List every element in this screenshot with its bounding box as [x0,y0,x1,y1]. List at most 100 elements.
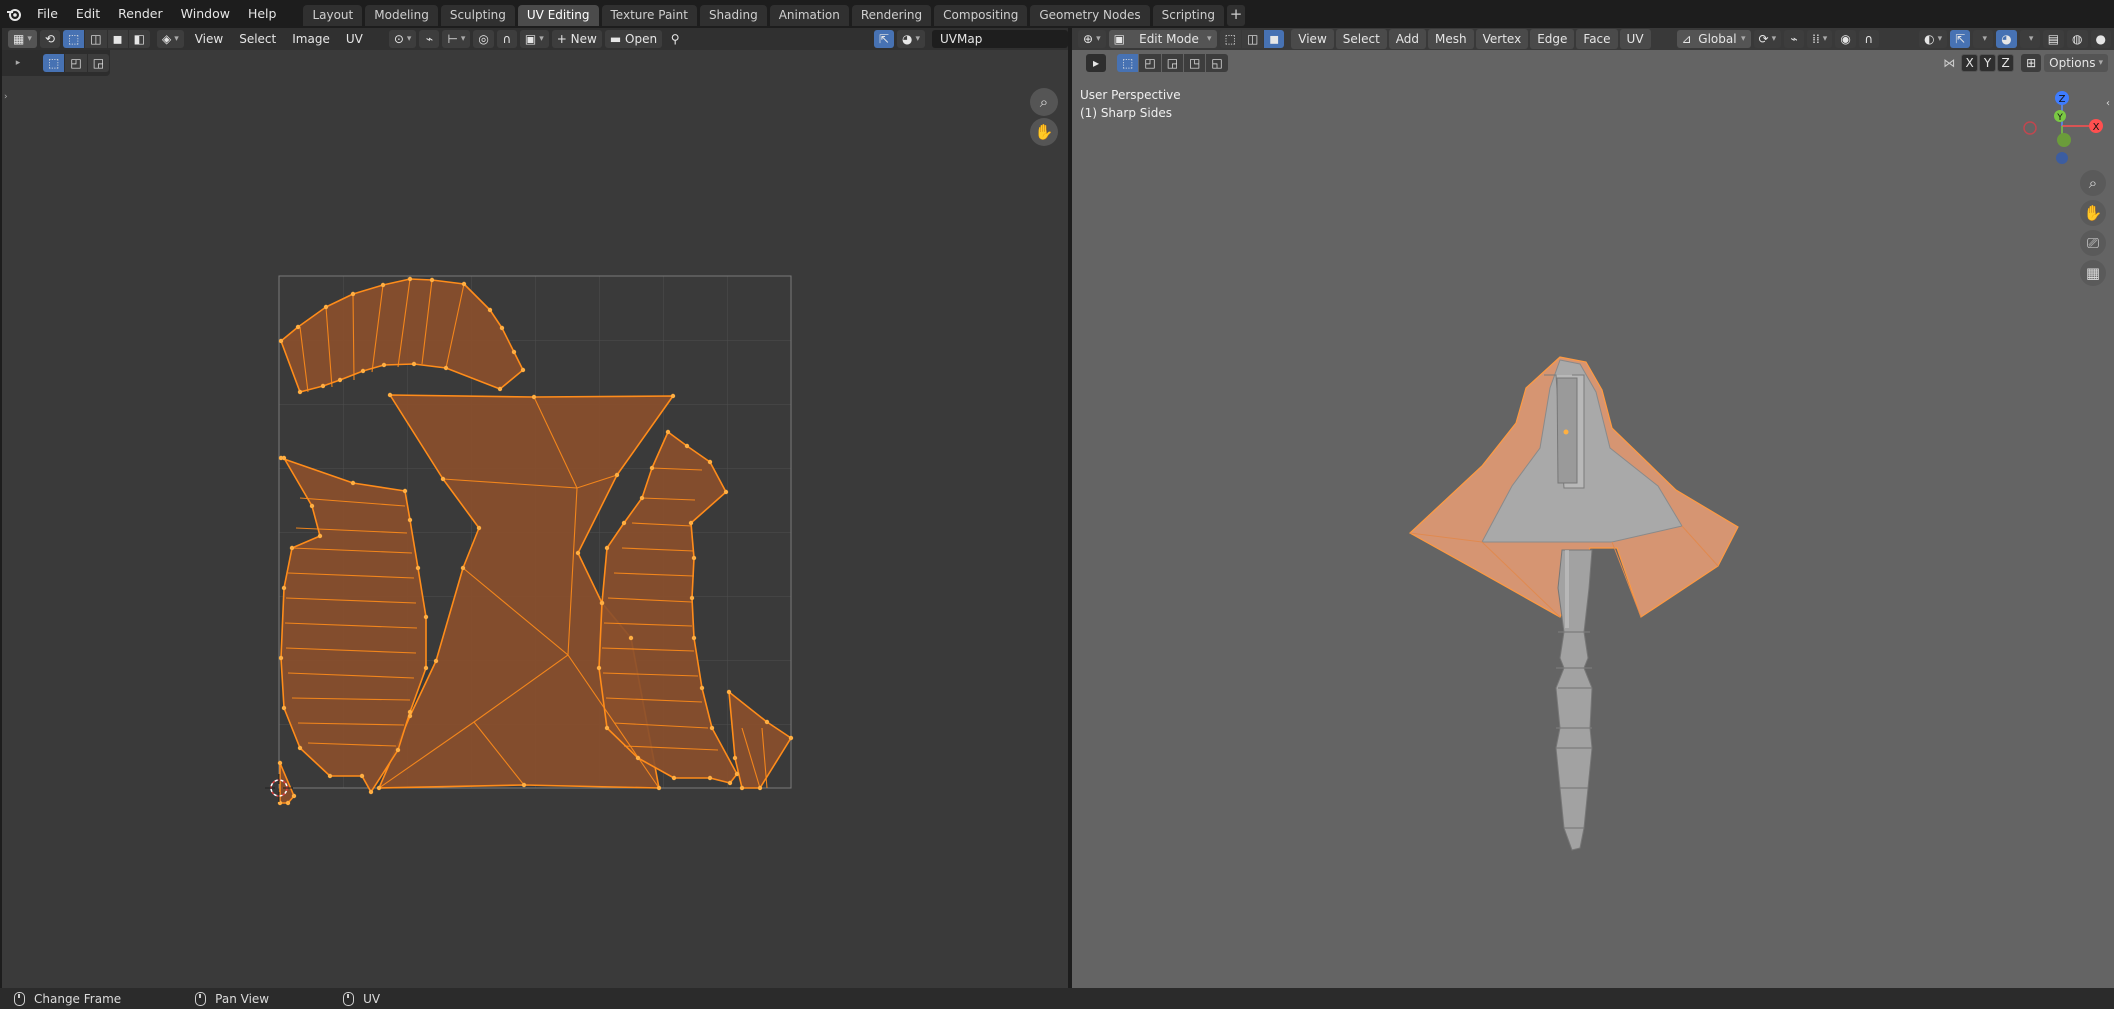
uv-vertex[interactable] [317,533,323,539]
uv-vertex[interactable] [423,665,429,671]
uv-vertex[interactable] [691,555,697,561]
uv-menu-image[interactable]: Image [284,29,338,49]
uv-vertex[interactable] [671,775,677,781]
uv-vertex[interactable] [407,713,413,719]
uv-select-tool-icon[interactable]: ⇱ [873,30,894,48]
uv-vertex[interactable] [278,655,284,661]
uv-vertex[interactable] [359,773,365,779]
uv-vertex[interactable] [309,503,315,509]
uv-vertex[interactable] [684,443,690,449]
uv-vertex[interactable] [688,520,694,526]
hand-icon[interactable]: ✋ [1030,118,1058,146]
uv-vertex[interactable] [635,755,641,761]
uv-vertex[interactable] [327,773,333,779]
uv-vertex[interactable] [639,495,645,501]
menu-file[interactable]: File [28,1,67,27]
uv-vertex[interactable] [575,550,581,556]
tab-rendering[interactable]: Rendering [851,5,932,26]
uv-menu-uv[interactable]: UV [338,29,371,49]
uv-vertex[interactable] [596,665,602,671]
uv-vertex[interactable] [281,455,287,461]
uv-vertex[interactable] [278,338,284,344]
uv-vertex[interactable] [739,785,745,791]
uv-vertex[interactable] [380,282,386,288]
tab-compositing[interactable]: Compositing [934,5,1028,26]
uv-vertex[interactable] [295,324,301,330]
zoom-icon[interactable]: ⌕ [1030,88,1058,116]
vertex-select-icon[interactable]: ⬚ [62,30,85,48]
mesh-model[interactable] [1408,356,1739,851]
tab-sculpting[interactable]: Sculpting [440,5,515,26]
uv-vertex[interactable] [621,520,627,526]
uv-vertex[interactable] [476,525,482,531]
viewport-canvas[interactable]: Z X Y [1072,28,2114,988]
sidebar-toggle-icon[interactable]: ‹ [2106,98,2110,109]
blender-logo-icon[interactable] [0,0,28,28]
uv-vertex[interactable] [689,595,695,601]
uv-vertex[interactable] [281,705,287,711]
tab-modeling[interactable]: Modeling [365,5,438,26]
uv-vertex[interactable] [604,725,610,731]
uv-menu-select[interactable]: Select [231,29,284,49]
menu-render[interactable]: Render [109,1,172,27]
tab-texture-paint[interactable]: Texture Paint [601,5,697,26]
tab-animation[interactable]: Animation [769,5,849,26]
uv-vertex[interactable] [487,307,493,313]
uv-vertex[interactable] [350,480,356,486]
uv-map-field[interactable]: UVMap [932,30,1068,48]
uv-vertex[interactable] [461,281,467,287]
menu-edit[interactable]: Edit [67,1,109,27]
uv-vertex[interactable] [368,789,374,795]
face-select-icon[interactable]: ◼ [107,30,128,48]
uv-vertex[interactable] [732,755,738,761]
select-subtract-icon[interactable]: ◲ [87,54,110,72]
uv-vertex[interactable] [788,735,794,741]
sync-icon[interactable]: ⟲ [39,30,60,48]
uv-vertex[interactable] [460,565,466,571]
island-select-icon[interactable]: ◧ [128,30,150,48]
uv-vertex[interactable] [443,365,449,371]
uv-vertex[interactable] [707,459,713,465]
toolbar-toggle-icon[interactable]: ▸ [8,54,28,72]
uv-vertex[interactable] [297,389,303,395]
snap-icon[interactable]: ⌁ [419,30,440,48]
add-workspace-button[interactable]: + [1226,5,1245,26]
menu-window[interactable]: Window [172,1,239,27]
uv-vertex[interactable] [723,489,729,495]
pivot-icon[interactable]: ⊙ ▾ [388,30,417,48]
sticky-mode-icon[interactable]: ◈ ▾ [156,30,184,48]
uv-vertex[interactable] [277,800,283,806]
uv-vertex[interactable] [289,545,295,551]
new-image-button[interactable]: + New [551,30,602,48]
proportional-icon[interactable]: ◎ [473,30,494,48]
uv-vertex[interactable] [415,565,421,571]
uv-vertex[interactable] [665,429,671,435]
select-extend-icon[interactable]: ◰ [65,54,87,72]
uv-vertex[interactable] [649,465,655,471]
open-image-button[interactable]: ▬ Open [604,30,663,48]
uv-vertex[interactable] [699,685,705,691]
uv-vertex[interactable] [387,392,393,398]
uv-vertex[interactable] [337,377,343,383]
uv-vertex[interactable] [599,600,605,606]
uv-vertex[interactable] [440,476,446,482]
uv-vertex[interactable] [429,277,435,283]
select-new-icon[interactable]: ⬚ [43,54,65,72]
overlay-icon[interactable]: ◕ ▾ [896,30,925,48]
uv-vertex[interactable] [499,325,505,331]
gizmo-neg-x-icon[interactable] [2023,121,2037,135]
uv-vertex[interactable] [497,386,503,392]
uv-vertex[interactable] [350,291,356,297]
image-icon[interactable]: ▣ ▾ [519,30,549,48]
uv-vertex[interactable] [395,747,401,753]
uv-vertex[interactable] [376,785,382,791]
uv-vertex[interactable] [407,276,413,282]
uv-vertex[interactable] [402,488,408,494]
uv-vertex[interactable] [734,771,740,777]
uv-vertex[interactable] [764,719,770,725]
uv-vertex[interactable] [323,304,329,310]
uv-vertex[interactable] [360,368,366,374]
uv-vertex[interactable] [521,782,527,788]
uv-vertex[interactable] [628,635,634,641]
uv-vertex[interactable] [707,775,713,781]
